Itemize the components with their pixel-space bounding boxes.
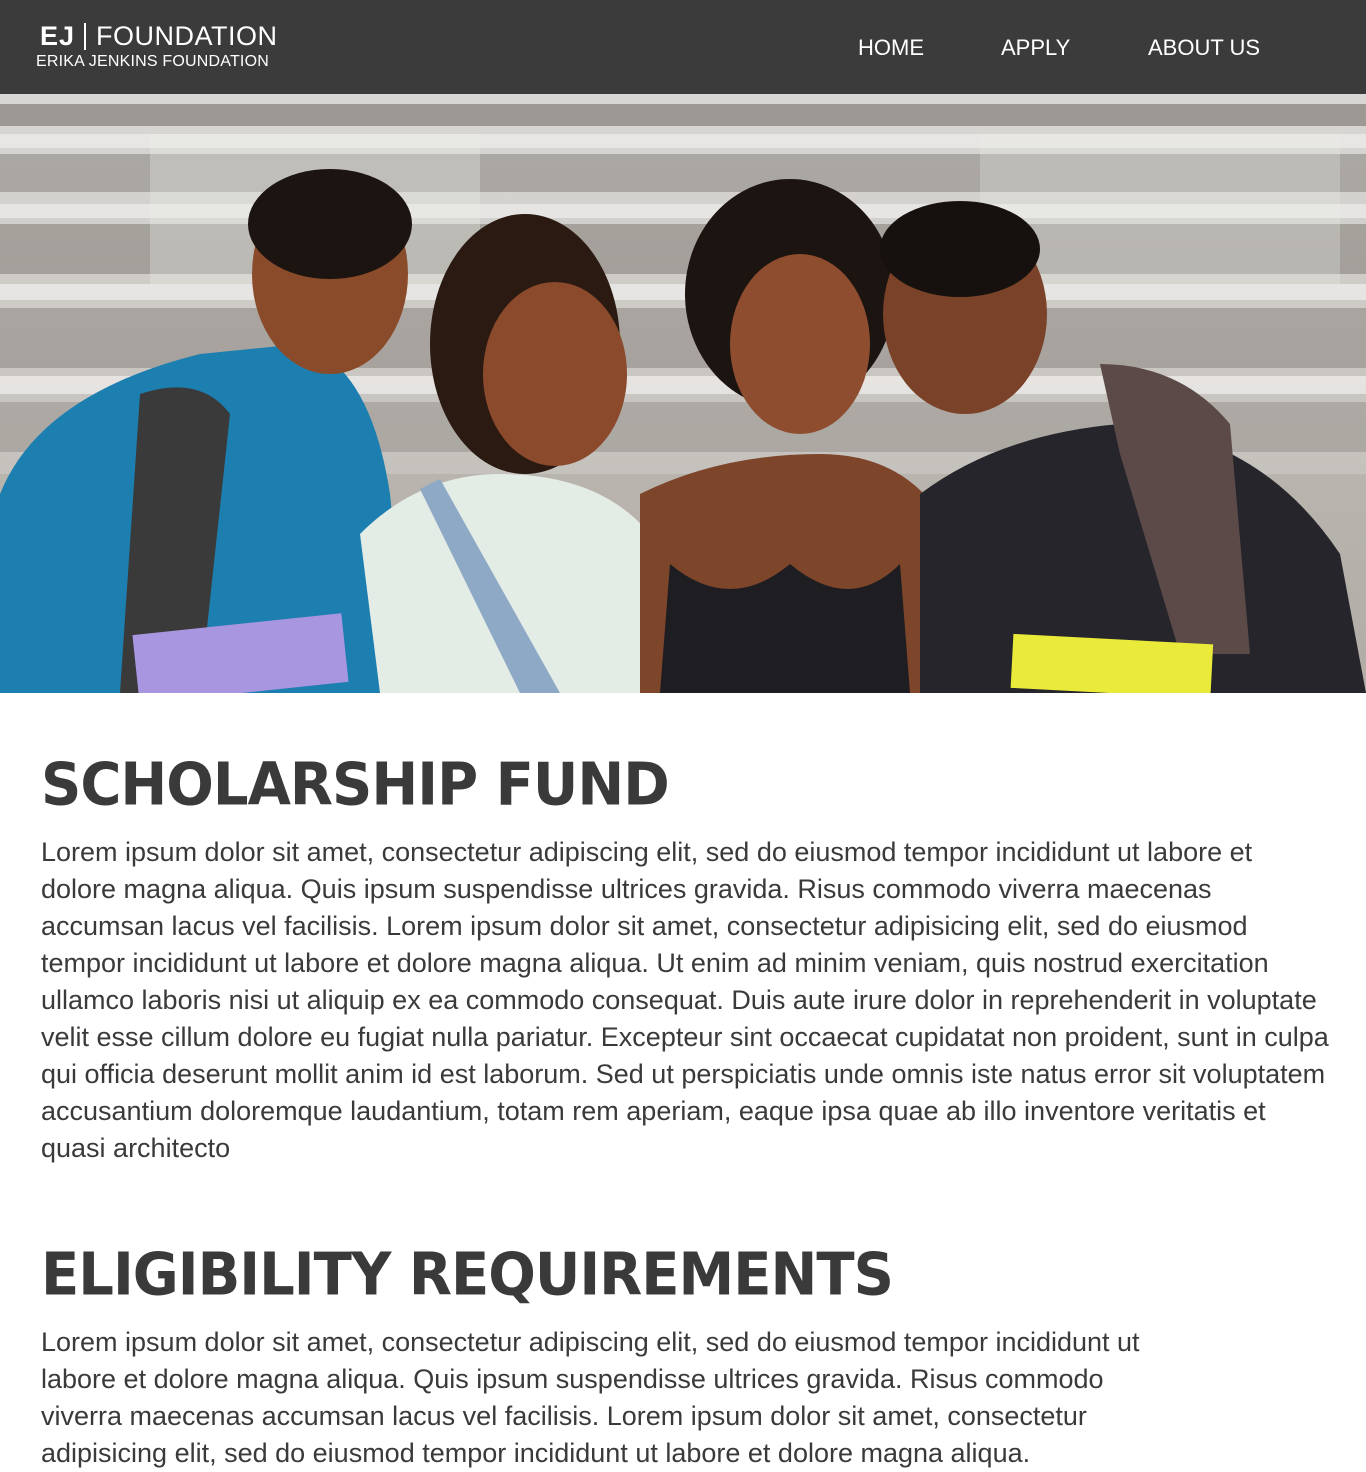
main-nav: HOME APPLY ABOUT US — [0, 34, 1366, 62]
site-header: EJ FOUNDATION ERIKA JENKINS FOUNDATION H… — [0, 0, 1366, 94]
nav-apply-link[interactable]: APPLY — [1001, 34, 1070, 62]
hero-image — [0, 94, 1366, 693]
nav-about-us-link[interactable]: ABOUT US — [1148, 34, 1260, 62]
eligibility-requirements-section: ELIGIBILITY REQUIREMENTS Lorem ipsum dol… — [41, 1240, 1331, 1472]
scholarship-fund-text: Lorem ipsum dolor sit amet, consectetur … — [41, 837, 1329, 1163]
eligibility-requirements-text: Lorem ipsum dolor sit amet, consectetur … — [41, 1327, 1140, 1468]
eligibility-requirements-heading: ELIGIBILITY REQUIREMENTS — [41, 1241, 894, 1310]
nav-home-link[interactable]: HOME — [858, 34, 924, 62]
scholarship-fund-heading: SCHOLARSHIP FUND — [41, 751, 670, 820]
hero-students-photo — [0, 94, 1366, 693]
scholarship-fund-section: SCHOLARSHIP FUND Lorem ipsum dolor sit a… — [41, 750, 1331, 1167]
